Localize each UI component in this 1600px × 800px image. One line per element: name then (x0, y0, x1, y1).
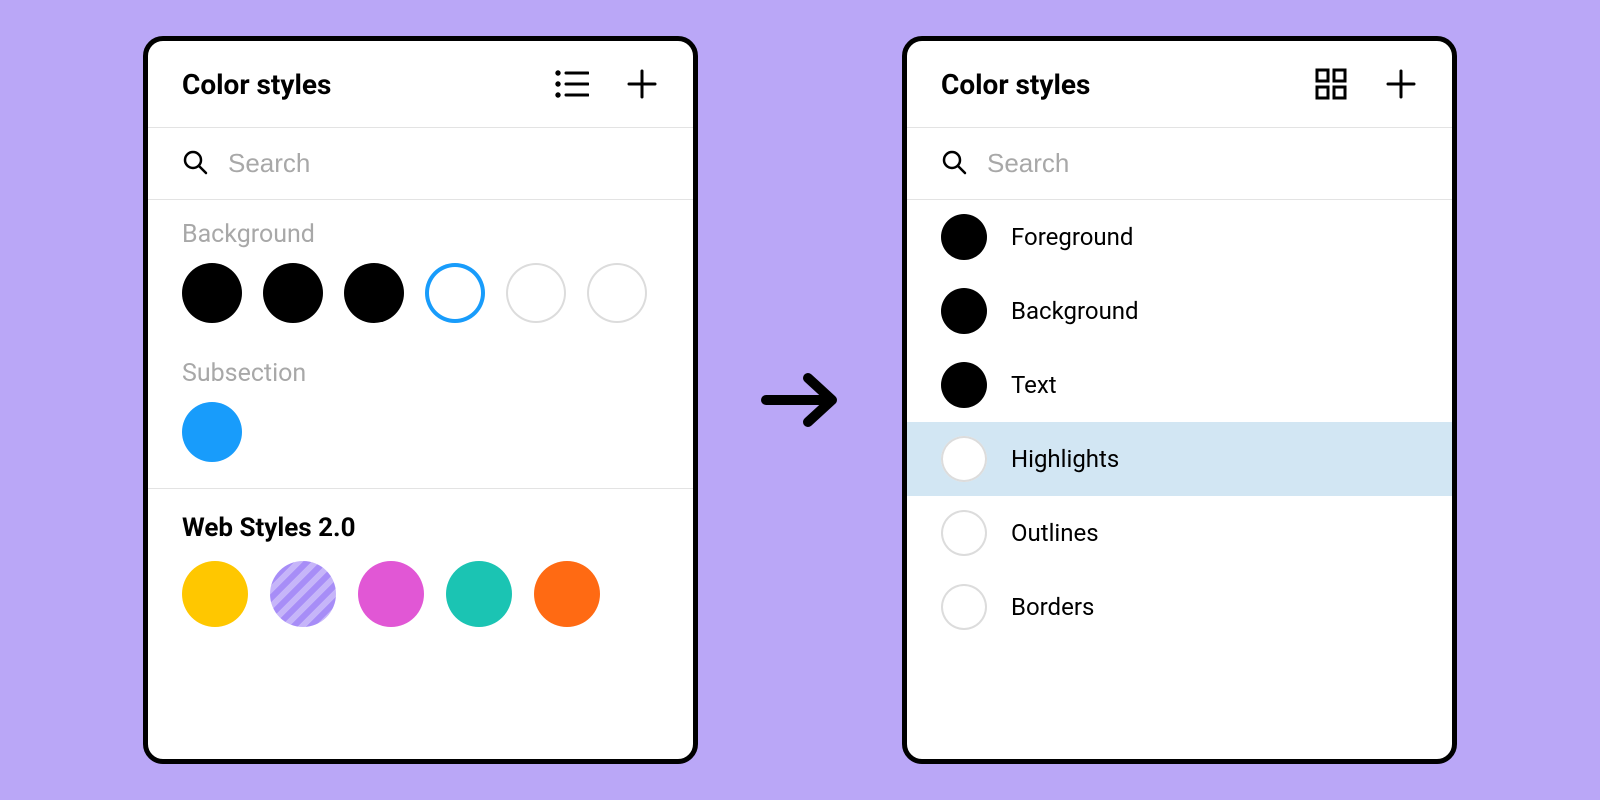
style-label: Outlines (1011, 519, 1099, 547)
search-row (148, 128, 693, 199)
style-row-text[interactable]: Text (907, 348, 1452, 422)
style-row-highlights[interactable]: Highlights (907, 422, 1452, 496)
color-swatch[interactable] (182, 402, 242, 462)
color-dot (941, 214, 987, 260)
header-actions (1314, 67, 1418, 101)
arrow-right-icon (758, 368, 842, 432)
list-icon (555, 69, 589, 99)
search-icon (182, 149, 208, 179)
swatch-row (182, 402, 659, 462)
style-list: Foreground Background Text Highlights Ou… (907, 200, 1452, 644)
color-swatch[interactable] (358, 561, 424, 627)
panel-title: Color styles (182, 68, 331, 101)
color-swatch[interactable] (263, 263, 323, 323)
web-swatch-row (148, 561, 693, 627)
style-row-borders[interactable]: Borders (907, 570, 1452, 644)
color-dot (941, 362, 987, 408)
panel-title: Color styles (941, 68, 1090, 101)
list-view-toggle[interactable] (555, 67, 589, 101)
plus-icon (627, 69, 657, 99)
style-label: Borders (1011, 593, 1094, 621)
section-label: Background (182, 220, 659, 249)
style-label: Background (1011, 297, 1139, 325)
add-style-button[interactable] (1384, 67, 1418, 101)
section-label: Subsection (182, 359, 659, 388)
panel-header: Color styles (907, 41, 1452, 127)
style-label: Text (1011, 371, 1057, 399)
color-dot (941, 510, 987, 556)
color-swatch[interactable] (446, 561, 512, 627)
color-styles-panel-grid: Color styles (143, 36, 698, 764)
section-background: Background (148, 200, 693, 339)
grid-view-toggle[interactable] (1314, 67, 1348, 101)
color-swatch[interactable] (182, 263, 242, 323)
add-style-button[interactable] (625, 67, 659, 101)
color-swatch[interactable] (534, 561, 600, 627)
color-swatch[interactable] (270, 561, 336, 627)
color-dot (941, 584, 987, 630)
search-icon (941, 149, 967, 179)
style-row-background[interactable]: Background (907, 274, 1452, 348)
color-dot (941, 436, 987, 482)
search-row (907, 128, 1452, 199)
section-subsection: Subsection (148, 339, 693, 478)
color-swatch[interactable] (587, 263, 647, 323)
web-styles-title: Web Styles 2.0 (148, 489, 693, 561)
search-input[interactable] (228, 148, 659, 179)
style-row-foreground[interactable]: Foreground (907, 200, 1452, 274)
grid-icon (1315, 68, 1347, 100)
color-swatch-selected[interactable] (425, 263, 485, 323)
style-row-outlines[interactable]: Outlines (907, 496, 1452, 570)
swatch-row (182, 263, 659, 323)
panel-header: Color styles (148, 41, 693, 127)
color-swatch[interactable] (182, 561, 248, 627)
plus-icon (1386, 69, 1416, 99)
search-input[interactable] (987, 148, 1418, 179)
header-actions (555, 67, 659, 101)
style-label: Highlights (1011, 445, 1119, 473)
color-dot (941, 288, 987, 334)
color-styles-panel-list: Color styles (902, 36, 1457, 764)
color-swatch[interactable] (506, 263, 566, 323)
style-label: Foreground (1011, 223, 1133, 251)
color-swatch[interactable] (344, 263, 404, 323)
